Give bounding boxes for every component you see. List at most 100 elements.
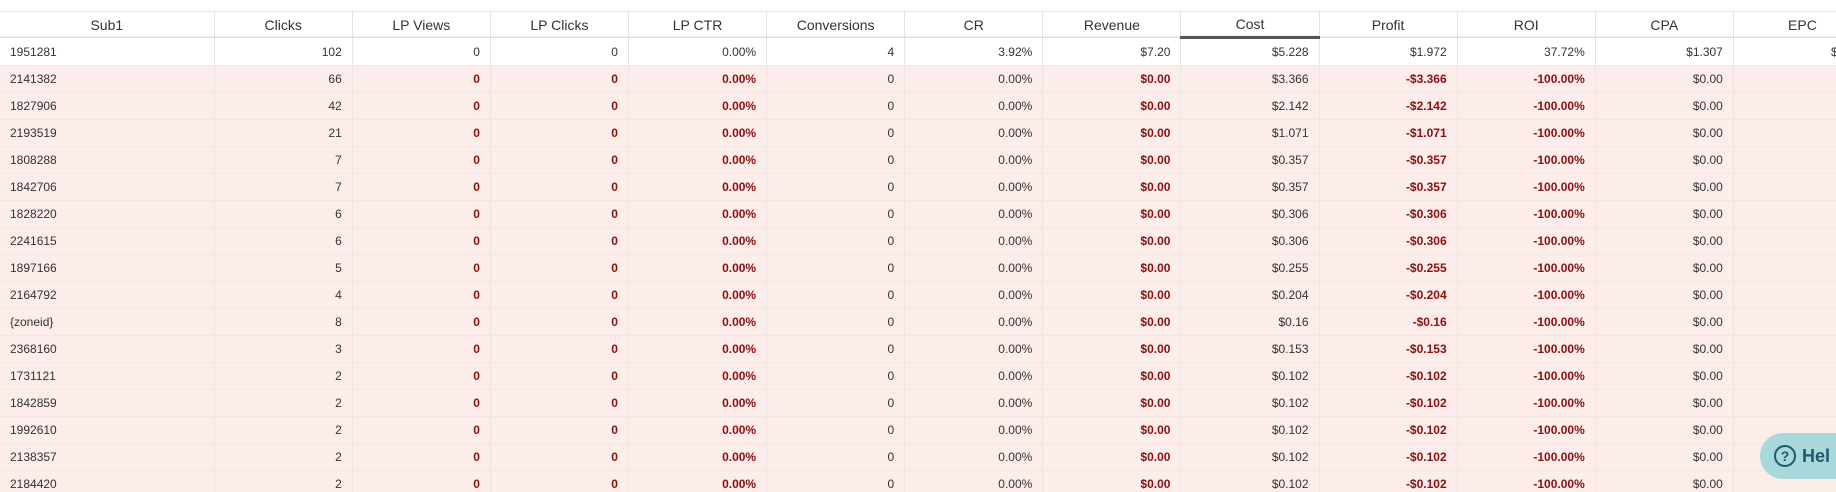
help-button[interactable]: ? Hel [1760,433,1836,479]
column-header-clicks[interactable]: Clicks [214,12,353,38]
cell-sub1: 2368160 [0,335,215,363]
cell-cost: $0.102 [1180,362,1320,390]
cell-cost: $0.204 [1180,281,1320,309]
cell-epc: $0. [1733,281,1836,309]
table-row[interactable]: {zoneid} 8 0 0 0.00% 0 0.00% $0.00 $0.16 -$0.16 -1… [0,308,1836,336]
cell-revenue: $0.00 [1042,281,1182,309]
table-row[interactable]: 1897166 5 0 0 0.00% 0 0.00% $0.00 $0.255 -$0.255-… [0,254,1836,282]
table-row[interactable]: 1951281 102 0 0 0.00% 4 3.92% $7.20 $5.228 $1.972… [0,37,1836,66]
column-header-cr[interactable]: CR [904,12,1044,38]
table-row[interactable]: 2193519 21 0 0 0.00% 0 0.00% $0.00 $1.071 -$1.071… [0,119,1836,147]
cell-profit: -$2.142 [1319,92,1458,120]
cell-cpa: $0.00 [1595,92,1734,120]
cell-clicks: 2 [214,389,353,417]
cell-lp-views: 0 [352,173,491,201]
cell-cr: 0.00% [904,146,1044,174]
cell-lp-views: 0 [352,65,491,93]
cell-sub1: 2141382 [0,65,215,93]
table-row[interactable]: 1731121 2 0 0 0.00% 0 0.00% $0.00 $0.102 -$0.102-… [0,362,1836,390]
cell-cost: $0.306 [1180,200,1320,228]
cell-lp-views: 0 [352,416,491,444]
cell-profit: $1.972 [1319,37,1458,66]
cell-profit: -$0.306 [1319,200,1458,228]
cell-revenue: $0.00 [1042,65,1182,93]
cell-clicks: 7 [214,173,353,201]
cell-sub1: 1842706 [0,173,215,201]
table-row[interactable]: 1808288 7 0 0 0.00% 0 0.00% $0.00 $0.357 -$0.357-… [0,146,1836,174]
cell-cr: 0.00% [904,443,1044,471]
report-table: Sub1 Clicks LP Views LP Clicks LP CTR Convers… [0,12,1836,492]
cell-roi: -100.00% [1457,146,1596,174]
cell-revenue: $0.00 [1042,146,1182,174]
cell-conversions: 0 [766,443,906,471]
cell-lp-ctr: 0.00% [628,389,768,417]
cell-epc: $0. [1733,227,1836,255]
cell-revenue: $0.00 [1042,335,1182,363]
cell-sub1: 2138357 [0,443,215,471]
cell-cr: 0.00% [904,389,1044,417]
column-header-sub1[interactable]: Sub1 [0,12,215,38]
cell-lp-clicks: 0 [490,362,629,390]
cell-roi: -100.00% [1457,308,1596,336]
cell-cr: 3.92% [904,37,1044,66]
cell-lp-ctr: 0.00% [628,254,768,282]
cell-roi: -100.00% [1457,254,1596,282]
table-row[interactable]: 2138357 2 0 0 0.00% 0 0.00% $0.00 $0.102 -$0.102-… [0,443,1836,471]
column-header-cost[interactable]: Cost [1180,12,1320,39]
table-row[interactable]: 2184420 2 0 0 0.00% 0 0.00% $0.00 $0.102 -$0.102-… [0,470,1836,492]
table-row[interactable]: 1827906 42 0 0 0.00% 0 0.00% $0.00 $2.142 -$2.142… [0,92,1836,120]
cell-clicks: 8 [214,308,353,336]
table-row[interactable]: 2368160 3 0 0 0.00% 0 0.00% $0.00 $0.153 -$0.153-… [0,335,1836,363]
cell-lp-ctr: 0.00% [628,281,768,309]
table-row[interactable]: 1842706 7 0 0 0.00% 0 0.00% $0.00 $0.357 -$0.357-… [0,173,1836,201]
table-row[interactable]: 2241615 6 0 0 0.00% 0 0.00% $0.00 $0.306 -$0.306-… [0,227,1836,255]
cell-roi: -100.00% [1457,119,1596,147]
column-header-lp-ctr[interactable]: LP CTR [628,12,768,38]
cell-lp-clicks: 0 [490,308,629,336]
cell-profit: -$0.204 [1319,281,1458,309]
table-row[interactable]: 2141382 66 0 0 0.00% 0 0.00% $0.00 $3.366 -$3.366… [0,65,1836,93]
column-header-epc[interactable]: EPC [1733,12,1836,38]
cell-conversions: 0 [766,362,906,390]
column-header-conversions[interactable]: Conversions [766,12,906,38]
cell-epc: $0. [1733,92,1836,120]
cell-lp-views: 0 [352,335,491,363]
column-header-profit[interactable]: Profit [1319,12,1458,38]
cell-cost: $1.071 [1180,119,1320,147]
cell-cr: 0.00% [904,92,1044,120]
column-header-lp-clicks[interactable]: LP Clicks [490,12,629,38]
cell-cr: 0.00% [904,335,1044,363]
table-row[interactable]: 2164792 4 0 0 0.00% 0 0.00% $0.00 $0.204 -$0.204-… [0,281,1836,309]
cell-conversions: 4 [766,37,906,66]
cell-cpa: $0.00 [1595,443,1734,471]
cell-roi: -100.00% [1457,335,1596,363]
table-row[interactable]: 1842859 2 0 0 0.00% 0 0.00% $0.00 $0.102 -$0.102-… [0,389,1836,417]
cell-cpa: $0.00 [1595,200,1734,228]
cell-lp-clicks: 0 [490,254,629,282]
cell-conversions: 0 [766,146,906,174]
cell-lp-ctr: 0.00% [628,335,768,363]
column-header-revenue[interactable]: Revenue [1042,12,1182,38]
column-header-cpa[interactable]: CPA [1595,12,1734,38]
cell-cost: $0.102 [1180,470,1320,492]
cell-conversions: 0 [766,389,906,417]
cell-lp-clicks: 0 [490,146,629,174]
cell-lp-views: 0 [352,92,491,120]
cell-lp-ctr: 0.00% [628,470,768,492]
cell-cpa: $0.00 [1595,335,1734,363]
cell-lp-clicks: 0 [490,200,629,228]
column-header-roi[interactable]: ROI [1457,12,1596,38]
cell-sub1: 2184420 [0,470,215,492]
cell-sub1: 1828220 [0,200,215,228]
cell-cr: 0.00% [904,200,1044,228]
cell-roi: -100.00% [1457,470,1596,492]
table-row[interactable]: 1992610 2 0 0 0.00% 0 0.00% $0.00 $0.102 -$0.102-… [0,416,1836,444]
table-row[interactable]: 1828220 6 0 0 0.00% 0 0.00% $0.00 $0.306 -$0.306-… [0,200,1836,228]
question-circle-icon: ? [1774,445,1796,467]
cell-conversions: 0 [766,281,906,309]
cell-cost: $0.102 [1180,443,1320,471]
cell-revenue: $0.00 [1042,200,1182,228]
cell-revenue: $0.00 [1042,173,1182,201]
column-header-lp-views[interactable]: LP Views [352,12,491,38]
cell-profit: -$3.366 [1319,65,1458,93]
